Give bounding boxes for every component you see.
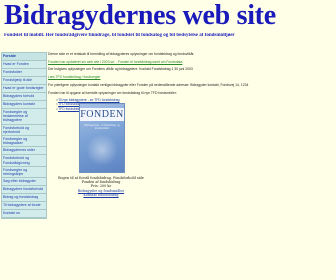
sidebar-nav: Forside Hvad er Fonden Fondsfolder Fonds… [1, 52, 47, 220]
sidebar-item[interactable]: Bidragyders forhold [2, 93, 46, 101]
sidebar-item[interactable]: Fondsregler og retningslinjer [2, 166, 46, 179]
sidebar-item[interactable]: Søg efter bidragyder [2, 178, 46, 187]
rules-link[interactable]: Læs TFD fondsbidrag / fondsregler [48, 75, 101, 79]
sidebar-item[interactable]: Fondsregler og bedømmelse af bidragydere [2, 109, 46, 125]
sidebar-item[interactable]: Fondshjælp til alle [2, 77, 46, 85]
sidebar-item[interactable]: Hvad er gode fondsregler [2, 85, 46, 93]
sidebar-item[interactable]: Fondsfolder [2, 69, 46, 77]
contact-text: For yderligere oplysninger kontakt venli… [48, 82, 249, 87]
info-text: Der indgives oplysninger om Fondens vilk… [48, 67, 193, 72]
sidebar-item-contact[interactable]: Kontakt os [2, 210, 46, 219]
book-cover-title: FONDEN [80, 108, 124, 121]
purpose-text: Fonden har til opgave at formidle oplysn… [48, 90, 177, 95]
book-cover-graphic [86, 134, 118, 166]
sidebar-item[interactable]: Hvad er Fonden [2, 61, 46, 69]
sidebar-item[interactable]: Fondsforhold og Fondsrådgivning [2, 155, 46, 167]
site-title: Bidragydernes web site [4, 0, 276, 31]
sidebar-item[interactable]: Bidragyders kontakt [2, 101, 46, 109]
book-contact-link[interactable]: Kontakt fondsbidrag [48, 193, 154, 197]
sidebar-item[interactable]: Bidrag og fondsbidrag [2, 194, 46, 203]
book-cover-subtitle: Bidragydere - fondsbidrag og fondsmidler [84, 124, 120, 130]
book-caption: Bogen til at forstå fondsbidrag. Fondsfo… [48, 176, 154, 197]
sidebar-item[interactable]: Bidragydernes sider [2, 147, 46, 156]
book-cover-image[interactable]: FONDEN Bidragydere - fondsbidrag og fond… [79, 103, 125, 173]
sidebar-item[interactable]: Fondsforhold og ejerforhold [2, 124, 46, 137]
sidebar-item[interactable]: Til bidragydere af fonde [2, 202, 46, 211]
sidebar-item-home[interactable]: Forside [2, 53, 46, 61]
news-link[interactable]: Fonden har opdateret sin web site i 2003… [48, 60, 182, 64]
intro-text: Denne side er et redskab til formidling … [48, 52, 195, 56]
sidebar-item[interactable]: Fondsregler og bidragsatser [2, 136, 46, 148]
sidebar-item[interactable]: Bidragydere fondsforhold [2, 186, 46, 195]
site-subtitle: Fondslet til mobilt. Her fondsrådgivere … [4, 33, 235, 38]
